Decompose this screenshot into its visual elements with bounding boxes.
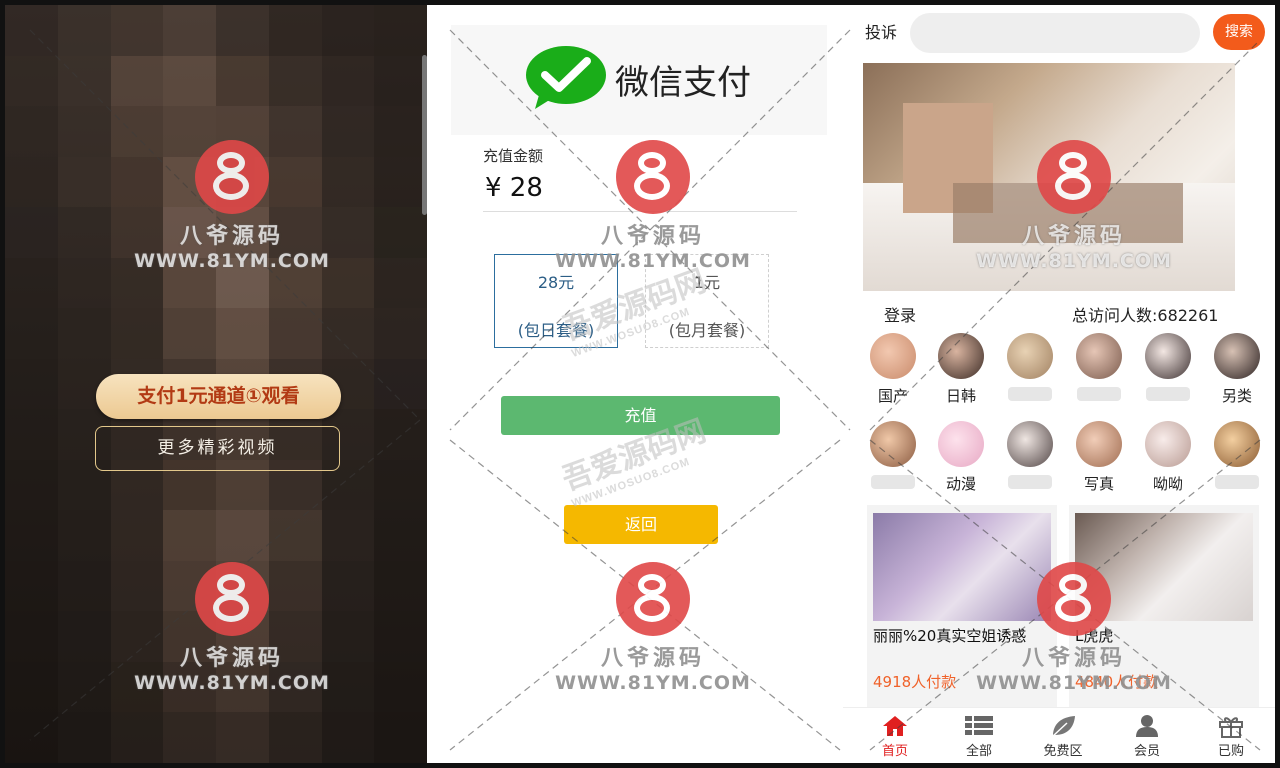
- avatar-icon: [1214, 333, 1260, 379]
- blurred-label: [1008, 387, 1052, 401]
- leaf-icon: [1052, 716, 1075, 737]
- category-item[interactable]: 另类: [1207, 333, 1267, 405]
- avatar-icon: [938, 421, 984, 467]
- video-paywall-panel: 支付1元通道①观看 更多精彩视频: [5, 5, 427, 763]
- report-link[interactable]: 投诉: [865, 19, 897, 43]
- video-site-home-panel: 投诉 搜索 登录 总访问人数:682261 国产 日韩 另类 动漫 写真 呦呦 …: [843, 5, 1275, 763]
- avatar-icon: [870, 421, 916, 467]
- amount-value: ¥ 28: [485, 173, 543, 203]
- video-card[interactable]: 丽丽%20真实空姐诱惑 4918人付款: [867, 505, 1057, 709]
- video-card[interactable]: L虎虎 4840人付款: [1069, 505, 1259, 709]
- tab-label: 全部: [965, 744, 992, 759]
- charge-button[interactable]: 充值: [501, 396, 780, 435]
- category-label: 日韩: [945, 387, 976, 405]
- category-item[interactable]: [1000, 333, 1060, 401]
- blurred-label: [1008, 475, 1052, 489]
- tab-label: 会员: [1133, 744, 1160, 759]
- hero-banner-image[interactable]: [863, 63, 1235, 291]
- avatar-icon: [938, 333, 984, 379]
- divider: [483, 211, 797, 212]
- gift-icon: [1219, 717, 1243, 738]
- category-item[interactable]: [1207, 421, 1267, 489]
- avatar-icon: [1007, 333, 1053, 379]
- category-label: 动漫: [945, 475, 976, 493]
- category-label: 写真: [1083, 475, 1114, 493]
- avatar-icon: [1007, 421, 1053, 467]
- tab-member[interactable]: 会员: [1117, 714, 1177, 759]
- search-input[interactable]: [910, 13, 1200, 53]
- bottom-tab-bar: 首页 全部 免费区 会员 已购: [843, 707, 1275, 763]
- video-thumbnail: [873, 513, 1051, 621]
- plan-price: 28元: [537, 273, 575, 292]
- blurred-label: [871, 475, 915, 489]
- home-icon: [883, 716, 907, 736]
- video-thumbnail: [1075, 513, 1253, 621]
- tab-label: 免费区: [1043, 744, 1083, 759]
- video-title: 丽丽%20真实空姐诱惑: [873, 627, 1027, 645]
- category-label: 另类: [1221, 387, 1252, 405]
- paid-count: 4918人付款: [873, 673, 957, 691]
- category-label: 呦呦: [1152, 475, 1183, 493]
- amount-label: 充值金额: [483, 147, 544, 165]
- wechat-pay-panel: 微信支付 充值金额 ¥ 28 28元 (包日套餐) 1元 (包月套餐) 充值 返…: [427, 5, 843, 763]
- category-item[interactable]: 日韩: [931, 333, 991, 405]
- category-item[interactable]: 写真: [1069, 421, 1129, 493]
- tab-label: 首页: [881, 744, 908, 759]
- video-title: L虎虎: [1075, 627, 1114, 645]
- pixelated-area: [953, 183, 1183, 243]
- tab-label: 已购: [1217, 744, 1244, 759]
- list-icon: [965, 716, 993, 735]
- wechat-pay-logo-icon: [526, 46, 606, 109]
- avatar-icon: [1145, 421, 1191, 467]
- blurred-label: [1146, 387, 1190, 401]
- avatar-icon: [1145, 333, 1191, 379]
- avatar-icon: [1076, 333, 1122, 379]
- search-button[interactable]: 搜索: [1213, 14, 1265, 50]
- avatar-icon: [1076, 421, 1122, 467]
- tab-purchased[interactable]: 已购: [1201, 714, 1261, 759]
- tab-home[interactable]: 首页: [865, 714, 925, 759]
- wechat-pay-title: 微信支付: [615, 63, 751, 103]
- plan-daily[interactable]: 28元 (包日套餐): [494, 254, 618, 348]
- login-link[interactable]: 登录: [884, 302, 916, 326]
- back-button[interactable]: 返回: [564, 505, 718, 544]
- category-item[interactable]: 国产: [863, 333, 923, 405]
- category-item[interactable]: [1000, 421, 1060, 489]
- category-item[interactable]: 呦呦: [1138, 421, 1198, 493]
- tab-all[interactable]: 全部: [949, 714, 1009, 759]
- category-item[interactable]: [863, 421, 923, 489]
- tab-free[interactable]: 免费区: [1033, 714, 1093, 759]
- plan-price: 1元: [693, 273, 721, 292]
- avatar-icon: [1214, 421, 1260, 467]
- plan-monthly[interactable]: 1元 (包月套餐): [645, 254, 769, 348]
- visit-counter: 总访问人数:682261: [1072, 306, 1219, 325]
- category-item[interactable]: [1138, 333, 1198, 401]
- category-item[interactable]: [1069, 333, 1129, 401]
- category-item[interactable]: 动漫: [931, 421, 991, 493]
- blurred-label: [1077, 387, 1121, 401]
- user-icon: [1136, 715, 1158, 737]
- avatar-icon: [870, 333, 916, 379]
- plan-name: (包日套餐): [517, 321, 595, 340]
- category-label: 国产: [877, 387, 908, 405]
- paid-count: 4840人付款: [1075, 673, 1159, 691]
- more-videos-button[interactable]: 更多精彩视频: [95, 426, 340, 471]
- blurred-label: [1215, 475, 1259, 489]
- plan-name: (包月套餐): [668, 321, 746, 340]
- pay-1-yuan-button[interactable]: 支付1元通道①观看: [96, 374, 341, 419]
